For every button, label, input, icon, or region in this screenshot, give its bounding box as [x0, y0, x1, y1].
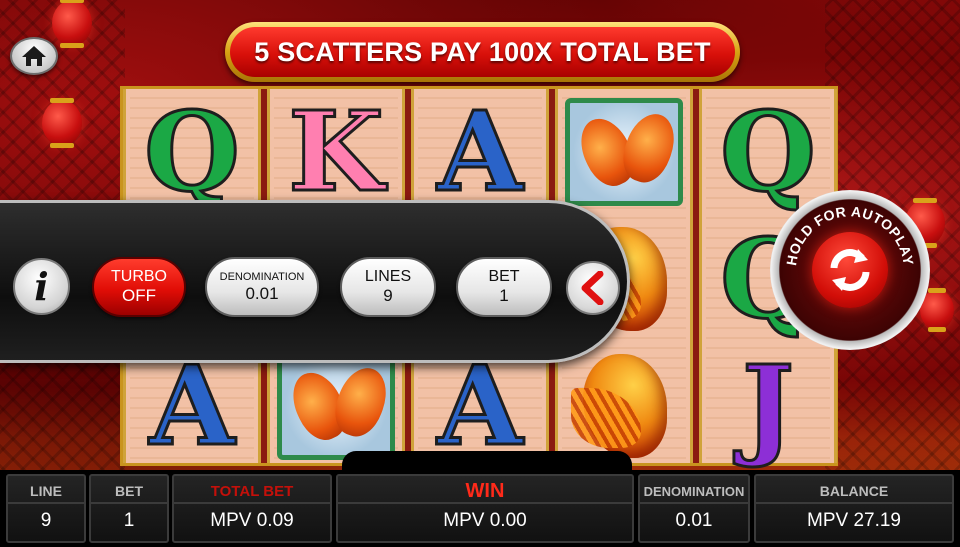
reel-symbol	[558, 89, 690, 215]
stat-line-value: 9	[40, 510, 52, 531]
turbo-label: TURBO	[111, 268, 167, 286]
lines-button[interactable]: LINES 9	[340, 257, 436, 317]
lines-label: LINES	[364, 268, 412, 286]
reel-symbol: A	[414, 89, 546, 215]
stat-total-bet: TOTAL BET MPV 0.09	[172, 474, 332, 543]
autoplay-spin-button[interactable]: HOLD FOR AUTOPLAY	[770, 190, 930, 350]
stat-balance-label: BALANCE	[756, 480, 952, 504]
denomination-label: DENOMINATION	[219, 270, 305, 283]
lantern-icon	[52, 0, 92, 48]
bottom-stats-bar: LINE 9 BET 1 TOTAL BET MPV 0.09 WIN MPV …	[0, 470, 960, 547]
stat-denomination-value: 0.01	[675, 510, 713, 531]
info-button[interactable]: i	[13, 258, 70, 315]
denomination-button[interactable]: DENOMINATION 0.01	[205, 257, 319, 317]
chevron-left-icon	[581, 271, 604, 305]
symbol-a: A	[148, 341, 236, 470]
stat-total-bet-value: MPV 0.09	[210, 510, 294, 531]
stat-win: WIN MPV 0.00	[336, 474, 634, 543]
bet-button[interactable]: BET 1	[456, 257, 552, 317]
reel-symbol: K	[270, 89, 402, 215]
reel-symbol: Q	[126, 89, 258, 215]
spin-core	[812, 232, 888, 308]
symbol-q: Q	[143, 87, 242, 216]
symbol-koi-fish	[565, 98, 683, 206]
stat-balance-value: MPV 27.19	[807, 510, 901, 531]
info-icon: i	[34, 264, 49, 309]
stat-balance: BALANCE MPV 27.19	[754, 474, 954, 543]
bet-value: 1	[499, 286, 509, 306]
stat-bet-label: BET	[91, 480, 167, 504]
lantern-icon	[42, 98, 82, 148]
home-icon	[22, 46, 46, 66]
turbo-state: OFF	[122, 286, 156, 306]
refresh-icon	[830, 249, 870, 291]
reel-symbol: J	[702, 343, 834, 469]
stat-denomination-label: DENOMINATION	[640, 480, 748, 504]
stat-bet-value: 1	[123, 510, 135, 531]
promo-banner: 5 SCATTERS PAY 100X TOTAL BET	[225, 22, 740, 82]
stat-total-bet-label: TOTAL BET	[174, 480, 330, 504]
symbol-phoenix	[569, 348, 679, 464]
promo-banner-text: 5 SCATTERS PAY 100X TOTAL BET	[230, 27, 735, 77]
denomination-value: 0.01	[245, 283, 279, 303]
symbol-k: K	[287, 87, 386, 216]
symbol-a: A	[436, 87, 524, 216]
lines-value: 9	[383, 286, 393, 306]
stat-win-label: WIN	[338, 480, 632, 504]
symbol-j: J	[740, 341, 795, 470]
stat-line-label: LINE	[8, 480, 84, 504]
bet-label: BET	[488, 268, 520, 286]
symbol-koi-fish	[277, 352, 395, 460]
stat-denomination: DENOMINATION 0.01	[638, 474, 750, 543]
home-button[interactable]	[10, 37, 58, 75]
turbo-toggle[interactable]: TURBO OFF	[92, 257, 186, 317]
stat-bet: BET 1	[89, 474, 169, 543]
stat-win-value: MPV 0.00	[443, 510, 527, 531]
collapse-controls-button[interactable]	[566, 261, 620, 315]
stat-line: LINE 9	[6, 474, 86, 543]
control-bar: i TURBO OFF DENOMINATION 0.01 LINES 9 BE…	[0, 200, 630, 363]
symbol-a: A	[436, 341, 524, 470]
